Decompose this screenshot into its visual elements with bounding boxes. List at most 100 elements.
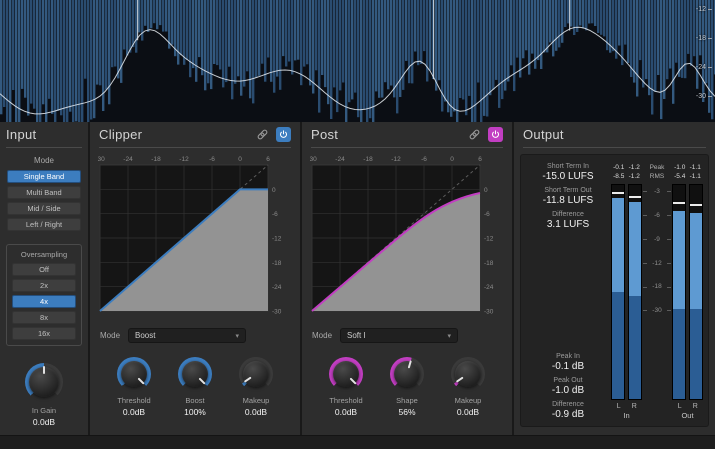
scale-tick: -3 [642,188,672,195]
meter-rms-values-row: -8.5 -1.2 RMS -5.4 -1.1 [611,172,703,181]
svg-text:0: 0 [272,187,276,194]
out-rms-l: -5.4 [672,172,688,181]
mode-section-label: Mode [0,156,88,165]
knob-value: 0.0dB [245,407,267,417]
svg-text:-18: -18 [151,156,161,163]
link-icon[interactable] [467,127,482,142]
in-r-label: R [627,403,643,410]
clipper-mode-select[interactable]: Boost ▾ [128,328,246,343]
meter-bar-out-r [689,184,703,400]
plugin-window: -12 -18 -24 -30 Input Mode Single Band M… [0,0,715,449]
mode-option-single-band[interactable]: Single Band [7,170,81,183]
clipper-boost-knob-unit: Boost 100% [178,357,212,417]
post-mode-row: Mode Soft I ▾ [312,328,502,343]
post-power-button[interactable] [488,127,503,142]
svg-text:0: 0 [450,156,454,163]
meter-bars-area: -3 -6 -9 -12 -18 -30 [611,184,703,400]
svg-text:6: 6 [266,156,270,163]
mode-option-multi-band[interactable]: Multi Band [7,186,81,199]
wave-db-label: -18 [696,35,712,42]
oversampling-option-4x[interactable]: 4x [12,295,76,308]
rms-row-label: RMS [642,172,672,181]
svg-text:-24: -24 [123,156,133,163]
knob-value: 0.0dB [457,407,479,417]
waveform-display: -12 -18 -24 -30 [0,0,715,122]
meter-bar-in-r [628,184,642,400]
scale-tick: -12 [642,260,672,267]
stat-short-term-in: Short Term In -15.0 LUFS [542,163,593,182]
out-l-label: L [672,403,688,410]
clipper-threshold-knob-unit: Threshold 0.0dB [117,357,151,417]
svg-text:6: 6 [478,156,482,163]
svg-text:-12: -12 [179,156,189,163]
out-meter-pair [672,184,703,400]
svg-text:-6: -6 [484,211,490,218]
svg-text:-18: -18 [363,156,373,163]
knob-value: 0.0dB [123,407,145,417]
post-makeup-knob[interactable] [451,357,485,391]
scale-tick: -9 [642,236,672,243]
post-threshold-knob[interactable] [329,357,363,391]
clipper-panel-header: Clipper [99,127,291,148]
plugin-footer [0,435,715,449]
clipper-boost-knob[interactable] [178,357,212,391]
oversampling-option-off[interactable]: Off [12,263,76,276]
wave-db-label: -24 [696,64,712,71]
clipper-makeup-knob[interactable] [239,357,273,391]
output-panel: Output Short Term In -15.0 LUFS Short Te… [514,122,715,435]
knob-label: Makeup [455,396,482,405]
knob-value: 0.0dB [335,407,357,417]
post-transfer-graph[interactable]: -30-24-18-12-6060-6-12-18-24-30 [310,152,504,320]
svg-text:-24: -24 [272,284,282,291]
out-rms-r: -1.1 [688,172,704,181]
oversampling-option-2x[interactable]: 2x [12,279,76,292]
svg-text:-12: -12 [484,236,494,243]
out-r-label: R [688,403,704,410]
oversampling-label: Oversampling [7,250,81,259]
mode-option-left-right[interactable]: Left / Right [7,218,81,231]
stat-lufs-difference: Difference 3.1 LUFS [547,211,589,230]
post-mode-value: Soft I [347,331,366,340]
post-shape-knob[interactable] [390,357,424,391]
in-gain-knob[interactable] [25,363,63,401]
in-gain-value: 0.0dB [33,417,55,427]
svg-text:-24: -24 [335,156,345,163]
knob-indicator [25,363,63,401]
knob-label: Makeup [243,396,270,405]
svg-text:-30: -30 [484,309,494,316]
stat-peak-in: Peak In -0.1 dB [552,353,584,372]
svg-text:-24: -24 [484,284,494,291]
link-icon[interactable] [255,127,270,142]
in-group-label: In [611,411,642,420]
knob-indicator [171,350,219,398]
output-panel-title: Output [523,127,564,142]
svg-text:-12: -12 [391,156,401,163]
meter-group-labels: In Out [611,411,703,420]
input-panel-title: Input [6,127,36,142]
input-panel-header: Input [6,127,82,148]
svg-text:-12: -12 [272,236,282,243]
clipper-mode-label: Mode [100,331,120,340]
in-rms-l: -8.5 [611,172,627,181]
post-makeup-knob-unit: Makeup 0.0dB [451,357,485,417]
svg-text:-6: -6 [209,156,215,163]
in-l-label: L [611,403,627,410]
mode-option-mid-side[interactable]: Mid / Side [7,202,81,215]
meter-peak-values-row: -0.1 -1.2 Peak -1.0 -1.1 [611,163,703,172]
post-mode-select[interactable]: Soft I ▾ [340,328,458,343]
oversampling-option-16x[interactable]: 16x [12,327,76,340]
clipper-threshold-knob[interactable] [117,357,151,391]
post-graph-wrap: -30-24-18-12-6060-6-12-18-24-30 [310,152,504,325]
clipper-power-button[interactable] [276,127,291,142]
knob-indicator [110,350,158,398]
out-group-label: Out [672,411,703,420]
oversampling-option-8x[interactable]: 8x [12,311,76,324]
clipper-transfer-graph[interactable]: -30-24-18-12-6060-6-12-18-24-30 [98,152,292,320]
output-metering-box: Short Term In -15.0 LUFS Short Term Out … [520,154,709,427]
scale-tick: -18 [642,283,672,290]
out-peak-l: -1.0 [672,163,688,172]
post-knob-row: Threshold 0.0dB Shape 56% Ma [302,357,512,417]
oversampling-group: Oversampling Off 2x 4x 8x 16x [6,244,82,346]
peak-row-label: Peak [642,163,672,172]
wave-db-label: -30 [696,93,712,100]
